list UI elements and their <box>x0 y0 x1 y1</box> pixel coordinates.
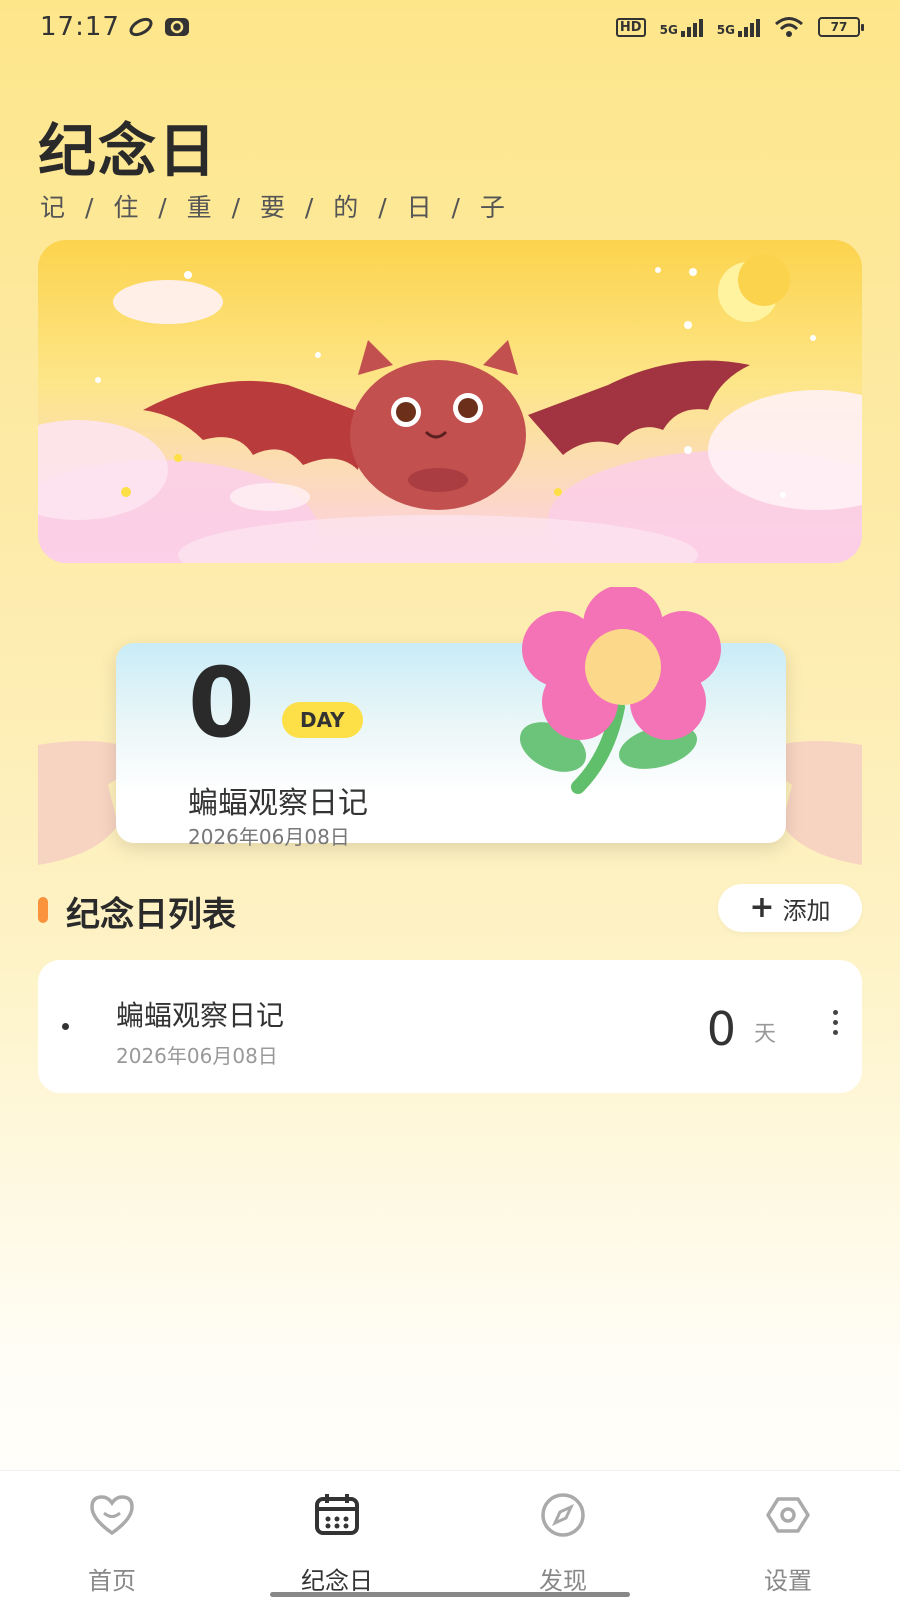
nav-label-anniversary: 纪念日 <box>301 1567 373 1595</box>
hero-event-date: 2026年06月08日 <box>188 825 350 849</box>
signal-icon <box>680 17 703 37</box>
add-button-label: 添加 <box>782 896 831 925</box>
app-badge-icon <box>165 18 189 36</box>
nav-item-settings[interactable]: 设置 <box>708 1489 868 1596</box>
network-label-1: 5G <box>659 23 678 37</box>
status-app-icons <box>128 16 190 38</box>
bottom-nav: 首页 纪念日 发现 设置 <box>0 1470 900 1600</box>
page-subtitle: 记 / 住 / 重 / 要 / 的 / 日 / 子 <box>40 193 511 222</box>
page-title: 纪念日 <box>38 117 219 185</box>
bullet-dot <box>62 1023 69 1030</box>
section-accent-bar <box>38 897 48 923</box>
featured-anniversary-card[interactable]: 0 DAY 蝙蝠观察日记 2026年06月08日 <box>38 587 862 880</box>
home-indicator[interactable] <box>270 1592 630 1597</box>
heart-face-icon <box>90 1495 134 1536</box>
section-title: 纪念日列表 <box>66 895 236 935</box>
list-item[interactable]: 蝙蝠观察日记 2026年06月08日 0 天 <box>38 960 862 1093</box>
calendar-icon <box>315 1494 359 1535</box>
battery-icon: 77 <box>818 17 864 37</box>
status-bar: 17:17 HD 5G 5G 77 <box>0 0 900 58</box>
list-item-unit: 天 <box>753 1022 776 1047</box>
nav-item-anniversary[interactable]: 纪念日 <box>257 1489 417 1596</box>
nav-item-discover[interactable]: 发现 <box>483 1489 643 1596</box>
nav-label-discover: 发现 <box>539 1567 587 1595</box>
hd-badge: HD <box>615 17 646 37</box>
bat-banner-image <box>38 240 862 563</box>
hero-event-name: 蝙蝠观察日记 <box>188 786 368 821</box>
hero-day-count: 0 <box>188 647 255 759</box>
flower-image <box>519 587 721 794</box>
nav-label-settings: 设置 <box>764 1567 812 1595</box>
signal-icon <box>738 17 760 37</box>
list-item-name: 蝙蝠观察日记 <box>116 999 285 1032</box>
list-item-day-count: 0 <box>706 1002 736 1056</box>
list-item-date: 2026年06月08日 <box>116 1044 278 1068</box>
more-options-icon[interactable] <box>830 1010 840 1042</box>
status-indicators: HD 5G 5G 77 <box>615 16 864 38</box>
network-label-2: 5G <box>716 23 735 37</box>
settings-hexagon-icon <box>766 1497 810 1533</box>
wifi-icon <box>775 17 803 37</box>
add-button[interactable]: + 添加 <box>718 884 862 932</box>
nav-label-home: 首页 <box>88 1567 136 1595</box>
status-time: 17:17 <box>40 12 120 42</box>
compass-icon <box>541 1493 585 1537</box>
leaf-icon <box>129 17 153 37</box>
day-badge: DAY <box>282 702 363 738</box>
plus-icon: + <box>749 890 775 925</box>
nav-item-home[interactable]: 首页 <box>32 1489 192 1596</box>
